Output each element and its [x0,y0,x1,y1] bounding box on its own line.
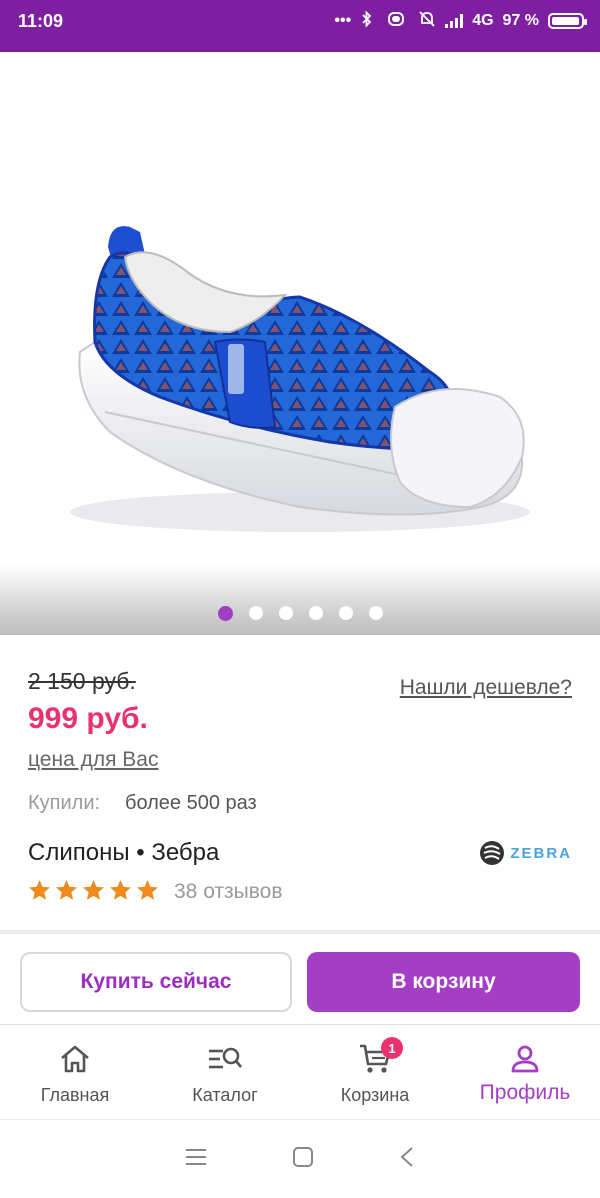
home-icon [57,1041,93,1077]
signal-icon [445,14,464,28]
bought-value: более 500 раз [125,792,257,814]
cart-badge: 1 [381,1037,403,1059]
bought-label: Купили: [28,792,101,814]
app-bar-edge [0,42,600,52]
found-cheaper-link[interactable]: Нашли дешевле? [400,676,572,700]
mute-bell-icon [418,10,436,33]
network-type: 4G [472,12,494,29]
menu-icon[interactable] [185,1148,207,1171]
nav-label-home: Главная [40,1085,110,1105]
gallery-dot[interactable] [308,606,323,620]
nav-item-catalog[interactable]: Каталог [150,1025,300,1119]
gallery-dot[interactable] [217,606,233,621]
gallery-dot[interactable] [338,606,353,620]
nav-label-catalog: Каталог [192,1085,258,1105]
star-icon [28,879,51,900]
battery-icon [548,13,587,29]
image-fade [0,565,600,635]
home-square-icon[interactable] [292,1146,314,1173]
back-icon[interactable] [399,1146,415,1173]
blue-slip-on-shoe-image [70,226,530,532]
nav-label-profile: Профиль [479,1081,571,1104]
star-icon [136,879,159,900]
catalog-search-icon [207,1041,243,1077]
star-icon [82,879,105,900]
bluetooth-icon [360,9,374,33]
product-image-gallery[interactable] [0,52,600,635]
status-icons: ••• 4G 97 % [334,9,587,33]
vibrate-icon [383,11,409,32]
old-price: 2 150 руб. [28,668,136,694]
zebra-logo-icon [480,841,505,865]
buy-now-button[interactable]: Купить сейчас [20,952,292,1012]
reviews-link[interactable]: 38 отзывов [174,880,283,904]
gallery-dot[interactable] [248,606,263,620]
nav-item-profile[interactable]: Профиль [450,1025,600,1119]
battery-percent: 97 % [502,12,539,29]
star-icon [109,879,132,900]
gallery-pagination[interactable] [0,606,600,621]
more-dots-icon: ••• [334,12,352,29]
profile-icon [507,1041,543,1077]
gallery-dot[interactable] [368,606,383,620]
bottom-navigation: Главная Каталог 1 Корзина Профиль [0,1025,600,1119]
star-icon [55,879,78,900]
brand-logo[interactable]: ZEBRA [479,840,572,866]
status-bar: 11:09 ••• 4G 97 % [0,0,600,42]
nav-item-cart[interactable]: 1 Корзина [300,1025,450,1119]
section-divider [0,930,600,934]
system-navigation-bar [0,1119,600,1198]
brand-logo-text: ZEBRA [510,844,572,862]
product-title: Слипоны • Зебра [28,839,220,866]
nav-label-cart: Корзина [340,1085,410,1105]
current-price: 999 руб. [28,702,148,735]
nav-item-home[interactable]: Главная [0,1025,150,1119]
cart-icon: 1 [357,1037,403,1077]
add-to-cart-button[interactable]: В корзину [307,952,580,1012]
status-time: 11:09 [18,10,64,31]
rating-stars [28,879,159,901]
gallery-dot[interactable] [278,606,293,620]
price-for-you-link[interactable]: цена для Вас [28,748,158,772]
